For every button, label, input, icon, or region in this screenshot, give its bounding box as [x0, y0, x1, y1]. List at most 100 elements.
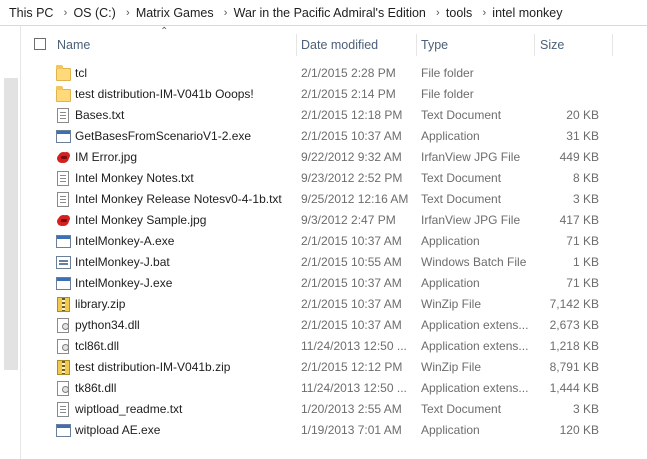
text-file-icon: [57, 171, 69, 186]
file-row[interactable]: Intel Monkey Sample.jpg 9/3/2012 2:47 PM I…: [21, 210, 647, 231]
select-all-checkbox[interactable]: [34, 38, 46, 50]
file-type: File folder: [421, 87, 474, 101]
breadcrumb-label: intel monkey: [492, 5, 563, 20]
application-icon: [56, 424, 71, 437]
file-name: Bases.txt: [75, 108, 125, 122]
column-divider[interactable]: [612, 34, 613, 56]
file-size: 2,673 KB: [549, 318, 599, 332]
file-row[interactable]: Intel Monkey Notes.txt 9/23/2012 2:52 PM T…: [21, 168, 647, 189]
file-date: 11/24/2013 12:50 ...: [301, 339, 407, 353]
file-type: IrfanView JPG File: [421, 150, 521, 164]
file-name: Intel Monkey Release Notesv0-4-1b.txt: [75, 192, 282, 206]
file-row[interactable]: test distribution-IM-V041b.zip 2/1/2015 1…: [21, 357, 647, 378]
file-row[interactable]: IM Error.jpg 9/22/2012 9:32 AM IrfanView J…: [21, 147, 647, 168]
file-size: 8 KB: [572, 171, 599, 185]
file-row[interactable]: wiptload_readme.txt 1/20/2013 2:55 AM Text…: [21, 399, 647, 420]
file-size: 71 KB: [566, 234, 599, 248]
breadcrumb-label: OS (C:): [73, 5, 116, 20]
breadcrumb-item-os-c[interactable]: OS (C:) ›: [73, 0, 135, 26]
file-row[interactable]: IntelMonkey-A.exe 2/1/2015 10:37 AM Applic…: [21, 231, 647, 252]
file-type: Application: [421, 276, 480, 290]
file-row[interactable]: witpload AE.exe 1/19/2013 7:01 AM Applicat…: [21, 420, 647, 441]
file-name: Intel Monkey Sample.jpg: [75, 213, 207, 227]
column-divider[interactable]: [534, 34, 535, 56]
chevron-right-icon[interactable]: ›: [218, 0, 234, 26]
file-date: 2/1/2015 10:37 AM: [301, 297, 402, 311]
file-row[interactable]: IntelMonkey-J.bat 2/1/2015 10:55 AM Window…: [21, 252, 647, 273]
application-icon: [56, 130, 71, 143]
breadcrumb-item-this-pc[interactable]: This PC ›: [0, 0, 73, 26]
application-icon: [56, 235, 71, 248]
file-size: 31 KB: [566, 129, 599, 143]
file-size: 71 KB: [566, 276, 599, 290]
dll-file-icon: [57, 318, 69, 333]
file-type: Application extens...: [421, 381, 529, 395]
batch-file-icon: [56, 256, 71, 269]
breadcrumb: This PC › OS (C:) › Matrix Games › War in t…: [0, 0, 647, 26]
file-row[interactable]: GetBasesFromScenarioV1-2.exe 2/1/2015 10:…: [21, 126, 647, 147]
file-date: 2/1/2015 12:12 PM: [301, 360, 403, 374]
file-date: 2/1/2015 10:37 AM: [301, 129, 402, 143]
file-row[interactable]: Bases.txt 2/1/2015 12:18 PM Text Document 2…: [21, 105, 647, 126]
file-date: 9/3/2012 2:47 PM: [301, 213, 396, 227]
file-size: 1,444 KB: [549, 381, 599, 395]
chevron-right-icon[interactable]: ›: [430, 0, 446, 26]
file-type: Application: [421, 234, 480, 248]
file-date: 2/1/2015 10:37 AM: [301, 276, 402, 290]
file-size: 449 KB: [559, 150, 599, 164]
irfanview-image-icon: [56, 150, 71, 165]
chevron-right-icon[interactable]: ›: [57, 0, 73, 26]
file-row[interactable]: tcl 2/1/2015 2:28 PM File folder: [21, 63, 647, 84]
column-divider[interactable]: [296, 34, 297, 56]
file-name: IntelMonkey-A.exe: [75, 234, 175, 248]
file-row[interactable]: python34.dll 2/1/2015 10:37 AM Application…: [21, 315, 647, 336]
column-header-row: ⌃ Name Date modified Type Size: [21, 26, 647, 64]
file-type: Application extens...: [421, 339, 529, 353]
file-type: Text Document: [421, 171, 502, 185]
column-header-date-modified[interactable]: Date modified: [301, 37, 378, 57]
file-type: Text Document: [421, 108, 502, 122]
file-name: tcl: [75, 66, 87, 80]
navigation-scrollbar[interactable]: [4, 78, 18, 370]
column-header-name[interactable]: Name: [57, 37, 90, 57]
file-row[interactable]: Intel Monkey Release Notesv0-4-1b.txt 9/2…: [21, 189, 647, 210]
text-file-icon: [57, 192, 69, 207]
file-type: IrfanView JPG File: [421, 213, 521, 227]
file-date: 2/1/2015 2:14 PM: [301, 87, 396, 101]
chevron-right-icon[interactable]: ›: [120, 0, 136, 26]
file-row[interactable]: IntelMonkey-J.exe 2/1/2015 10:37 AM Applic…: [21, 273, 647, 294]
file-type: Application extens...: [421, 318, 529, 332]
file-type: Application: [421, 423, 480, 437]
file-row[interactable]: tk86t.dll 11/24/2013 12:50 ... Application…: [21, 378, 647, 399]
breadcrumb-item-matrix-games[interactable]: Matrix Games ›: [136, 0, 234, 26]
file-date: 2/1/2015 2:28 PM: [301, 66, 396, 80]
file-type: Text Document: [421, 402, 502, 416]
breadcrumb-label: Matrix Games: [135, 5, 214, 20]
breadcrumb-item-tools[interactable]: tools ›: [446, 0, 492, 26]
file-name: library.zip: [75, 297, 126, 311]
file-size: 20 KB: [566, 108, 599, 122]
file-name: IntelMonkey-J.bat: [75, 255, 170, 269]
zip-file-icon: [57, 297, 70, 312]
file-size: 120 KB: [559, 423, 599, 437]
file-name: test distribution-IM-V041b Ooops!: [75, 87, 254, 101]
column-header-size[interactable]: Size: [540, 37, 564, 57]
breadcrumb-label: War in the Pacific Admiral's Edition: [233, 5, 426, 20]
file-row[interactable]: library.zip 2/1/2015 10:37 AM WinZip File 7…: [21, 294, 647, 315]
column-header-type[interactable]: Type: [421, 37, 448, 57]
file-size: [537, 63, 599, 84]
breadcrumb-item-witp-ae[interactable]: War in the Pacific Admiral's Edition ›: [234, 0, 446, 26]
file-size: 417 KB: [559, 213, 599, 227]
folder-icon: [56, 65, 71, 81]
file-row[interactable]: test distribution-IM-V041b Ooops! 2/1/201…: [21, 84, 647, 105]
file-row[interactable]: tcl86t.dll 11/24/2013 12:50 ... Applicatio…: [21, 336, 647, 357]
file-name: python34.dll: [75, 318, 140, 332]
breadcrumb-item-intel-monkey[interactable]: intel monkey: [492, 0, 566, 26]
file-size: 8,791 KB: [549, 360, 599, 374]
navigation-pane-edge: [0, 26, 20, 459]
column-divider[interactable]: [416, 34, 417, 56]
zip-file-icon: [57, 360, 70, 375]
chevron-right-icon[interactable]: ›: [476, 0, 492, 26]
file-size: 3 KB: [572, 402, 599, 416]
file-size: 1 KB: [572, 255, 599, 269]
